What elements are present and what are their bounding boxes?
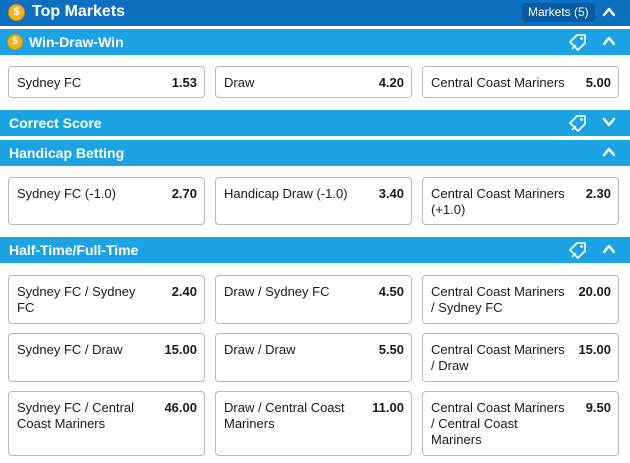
selection-name: Sydney FC / Sydney FC — [17, 284, 136, 315]
odds-button[interactable]: Sydney FC / Draw 15.00 — [8, 333, 205, 382]
selection-name: Sydney FC / Central Coast Mariners — [17, 400, 135, 431]
odds-price: 4.20 — [378, 75, 404, 90]
odds-button[interactable]: Central Coast Mariners (+1.0) 2.30 — [422, 177, 619, 225]
odds-price: 3.40 — [378, 186, 404, 201]
selection-name: Draw / Draw — [224, 342, 296, 357]
market-title: Half-Time/Full-Time — [9, 242, 139, 258]
market-header-half-time-full-time[interactable]: Half-Time/Full-Time — [0, 237, 630, 263]
market-title: Win-Draw-Win — [29, 34, 124, 50]
markets-count-badge[interactable]: Markets (5) — [522, 3, 595, 22]
top-markets-header[interactable]: $ Top Markets Markets (5) — [0, 0, 630, 26]
odds-button[interactable]: Central Coast Mariners / Sydney FC 20.00 — [422, 275, 619, 324]
odds-price: 9.50 — [585, 400, 611, 415]
odds-price: 15.00 — [164, 342, 197, 357]
odds-button[interactable]: Handicap Draw (-1.0) 3.40 — [215, 177, 412, 225]
odds-price: 4.50 — [378, 284, 404, 299]
odds-button[interactable]: Sydney FC / Central Coast Mariners 46.00 — [8, 391, 205, 456]
selection-name: Draw / Sydney FC — [224, 284, 330, 299]
odds-price: 5.50 — [378, 342, 404, 357]
odds-price: 2.70 — [171, 186, 197, 201]
chevron-up-icon[interactable] — [602, 34, 616, 51]
dollar-coin-icon: $ — [8, 4, 25, 21]
top-markets-title: Top Markets — [32, 3, 126, 20]
odds-button[interactable]: Draw / Sydney FC 4.50 — [215, 275, 412, 324]
market-title: Handicap Betting — [9, 145, 125, 161]
odds-button[interactable]: Sydney FC 1.53 — [8, 66, 205, 98]
selection-name: Central Coast Mariners (+1.0) — [431, 186, 565, 217]
odds-price: 11.00 — [372, 400, 404, 415]
selection-name: Draw / Central Coast Mariners — [224, 400, 345, 431]
market-header-win-draw-win[interactable]: $ Win-Draw-Win — [0, 29, 630, 55]
chevron-down-icon[interactable] — [602, 115, 616, 132]
market-header-correct-score[interactable]: Correct Score — [0, 110, 630, 136]
dollar-coin-icon: $ — [7, 34, 23, 50]
odds-price: 2.40 — [171, 284, 197, 299]
odds-button[interactable]: Draw / Central Coast Mariners 11.00 — [215, 391, 412, 456]
odds-price: 1.53 — [171, 75, 197, 90]
odds-button[interactable]: Draw / Draw 5.50 — [215, 333, 412, 382]
chevron-up-icon[interactable] — [602, 5, 616, 22]
ticket-tag-icon[interactable] — [568, 241, 590, 262]
odds-button[interactable]: Sydney FC (-1.0) 2.70 — [8, 177, 205, 225]
odds-button[interactable]: Central Coast Mariners / Draw 15.00 — [422, 333, 619, 382]
selection-name: Sydney FC — [17, 75, 82, 90]
odds-price: 15.00 — [578, 342, 611, 357]
odds-button[interactable]: Draw 4.20 — [215, 66, 412, 98]
odds-price: 46.00 — [164, 400, 197, 415]
chevron-up-icon[interactable] — [602, 145, 616, 162]
odds-button[interactable]: Sydney FC / Sydney FC 2.40 — [8, 275, 205, 324]
selection-name: Central Coast Mariners / Sydney FC — [431, 284, 565, 315]
selection-name: Sydney FC (-1.0) — [17, 186, 116, 201]
selection-name: Central Coast Mariners / Draw — [431, 342, 565, 373]
selection-name: Central Coast Mariners / Central Coast M… — [431, 400, 565, 447]
selection-name: Central Coast Mariners — [431, 75, 565, 90]
chevron-up-icon[interactable] — [602, 242, 616, 259]
selection-name: Draw — [224, 75, 255, 90]
selection-name: Sydney FC / Draw — [17, 342, 123, 357]
market-title: Correct Score — [9, 115, 102, 131]
ticket-tag-icon[interactable] — [568, 33, 590, 54]
odds-price: 5.00 — [585, 75, 611, 90]
selection-name: Handicap Draw (-1.0) — [224, 186, 348, 201]
odds-price: 20.00 — [578, 284, 611, 299]
ticket-tag-icon[interactable] — [568, 114, 590, 135]
odds-button[interactable]: Central Coast Mariners / Central Coast M… — [422, 391, 619, 456]
market-header-handicap-betting[interactable]: Handicap Betting — [0, 140, 630, 166]
odds-button[interactable]: Central Coast Mariners 5.00 — [422, 66, 619, 98]
odds-price: 2.30 — [585, 186, 611, 201]
